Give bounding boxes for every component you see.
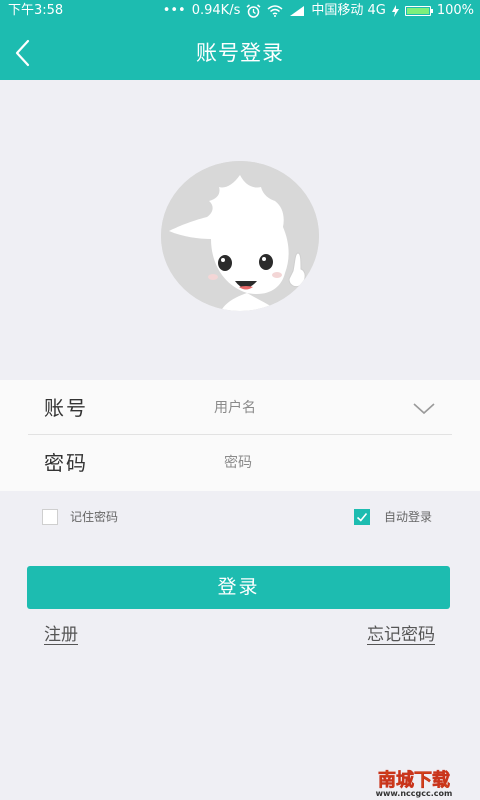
watermark-title: 南城下载 <box>378 769 450 791</box>
status-bar: 下午3:58 ••• 0.94K/s 中国移动 4G 100% <box>0 0 480 22</box>
battery-percent: 100% <box>436 3 474 18</box>
top-bar: 下午3:58 ••• 0.94K/s 中国移动 4G 100% 账号登录 <box>0 0 480 80</box>
checkmark-icon <box>356 512 368 522</box>
signal-icon <box>290 6 305 16</box>
password-label: 密码 <box>44 451 88 475</box>
chevron-down-icon[interactable] <box>412 402 436 416</box>
watermark-url: www.nccgcc.com <box>376 789 453 798</box>
network-speed: 0.94K/s <box>191 3 241 18</box>
login-form: 账号 密码 <box>0 380 480 491</box>
account-row: 账号 <box>0 380 480 434</box>
password-row: 密码 <box>0 435 480 489</box>
remember-password-option[interactable]: 记住密码 <box>42 508 118 525</box>
wifi-icon <box>267 5 283 17</box>
password-input[interactable] <box>150 447 360 479</box>
watermark-logo: 南城下载 www.nccgcc.com <box>376 769 453 798</box>
login-button[interactable]: 登录 <box>27 566 450 609</box>
account-label: 账号 <box>44 396 88 420</box>
carrier-text: 中国移动 4G <box>311 3 386 18</box>
register-link[interactable]: 注册 <box>44 620 78 645</box>
forgot-password-link[interactable]: 忘记密码 <box>367 620 435 645</box>
battery-icon <box>404 6 433 16</box>
status-time: 下午3:58 <box>8 3 64 18</box>
auto-login-label: 自动登录 <box>384 510 433 524</box>
auto-login-checkbox[interactable] <box>354 508 370 525</box>
charging-icon <box>391 5 399 17</box>
status-right: ••• 0.94K/s 中国移动 4G 100% <box>163 0 474 22</box>
battery-fill <box>406 8 429 14</box>
remember-password-label: 记住密码 <box>70 510 119 524</box>
auto-login-option[interactable]: 自动登录 <box>354 508 432 525</box>
mascot-avatar <box>161 161 319 311</box>
username-input[interactable] <box>150 392 360 424</box>
avatar[interactable] <box>161 161 319 311</box>
page-title: 账号登录 <box>196 41 284 65</box>
status-dots: ••• <box>162 3 186 18</box>
remember-password-checkbox[interactable] <box>42 508 58 525</box>
alarm-icon <box>246 4 261 18</box>
